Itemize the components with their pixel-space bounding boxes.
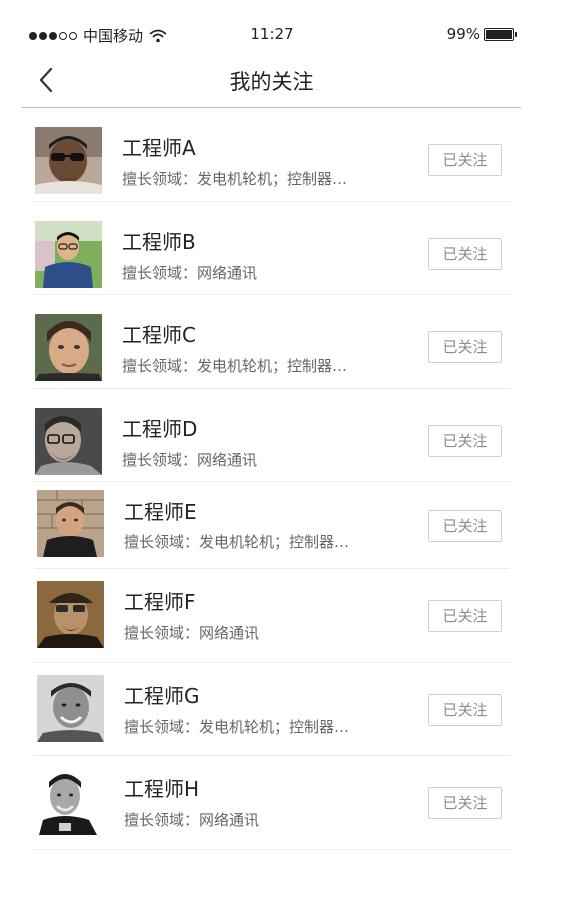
engineer-name: 工程师C <box>122 323 196 347</box>
avatar <box>35 220 102 288</box>
engineer-field: 擅长领域：发电机轮机；控制器… <box>122 357 348 375</box>
follow-button[interactable]: 已关注 <box>428 144 502 176</box>
avatar <box>37 674 104 742</box>
follow-button[interactable]: 已关注 <box>428 787 502 819</box>
follow-button[interactable]: 已关注 <box>428 510 502 542</box>
follow-button[interactable]: 已关注 <box>428 424 502 457</box>
follow-button[interactable]: 已关注 <box>428 331 502 363</box>
battery-icon <box>484 27 517 41</box>
avatar <box>37 581 104 648</box>
engineer-field: 擅长领域：网络通讯 <box>122 450 258 469</box>
follow-button[interactable]: 已关注 <box>428 237 502 270</box>
list-item[interactable]: 工程师D 擅长领域：网络通讯 已关注 <box>34 389 510 482</box>
avatar <box>35 127 102 194</box>
avatar <box>37 490 104 557</box>
engineer-field: 擅长领域：网络通讯 <box>122 263 258 282</box>
avatar <box>37 768 104 835</box>
engineer-field: 擅长领域：发电机轮机；控制器… <box>122 170 348 188</box>
list-item[interactable]: 工程师C 擅长领域：发电机轮机；控制器… 已关注 <box>34 295 510 389</box>
list-item[interactable]: 工程师F 擅长领域：网络通讯 已关注 <box>34 569 510 663</box>
follow-button[interactable]: 已关注 <box>428 600 502 632</box>
engineer-name: 工程师F <box>124 590 196 614</box>
battery-percent: 99% <box>446 25 480 43</box>
engineer-name: 工程师H <box>124 777 200 801</box>
engineer-field: 擅长领域：发电机轮机；控制器… <box>124 533 350 551</box>
engineer-field: 擅长领域：发电机轮机；控制器… <box>124 717 350 736</box>
engineer-name: 工程师D <box>122 416 198 441</box>
engineer-field: 擅长领域：网络通讯 <box>124 624 260 642</box>
list-item[interactable]: 工程师B 擅长领域：网络通讯 已关注 <box>34 202 510 295</box>
follow-button[interactable]: 已关注 <box>428 693 502 726</box>
list-item[interactable]: 工程师A 擅长领域：发电机轮机；控制器… 已关注 <box>34 108 510 202</box>
avatar <box>35 407 102 475</box>
list-item[interactable]: 工程师H 擅长领域：网络通讯 已关注 <box>34 756 510 850</box>
nav-bar: 我的关注 <box>22 56 521 108</box>
engineer-name: 工程师E <box>124 500 197 524</box>
battery-group: 99% <box>446 25 517 43</box>
engineer-name: 工程师A <box>122 136 196 160</box>
status-bar: 中国移动 11:27 99% <box>0 0 580 56</box>
following-list: 工程师A 擅长领域：发电机轮机；控制器… 已关注 工程师B 擅长领域：网络通讯 … <box>34 108 510 850</box>
engineer-name: 工程师B <box>122 229 196 254</box>
engineer-field: 擅长领域：网络通讯 <box>124 811 260 829</box>
list-item[interactable]: 工程师E 擅长领域：发电机轮机；控制器… 已关注 <box>34 482 510 569</box>
engineer-name: 工程师G <box>124 683 200 708</box>
page-title: 我的关注 <box>229 70 314 94</box>
avatar <box>35 314 102 381</box>
list-item[interactable]: 工程师G 擅长领域：发电机轮机；控制器… 已关注 <box>34 663 510 756</box>
